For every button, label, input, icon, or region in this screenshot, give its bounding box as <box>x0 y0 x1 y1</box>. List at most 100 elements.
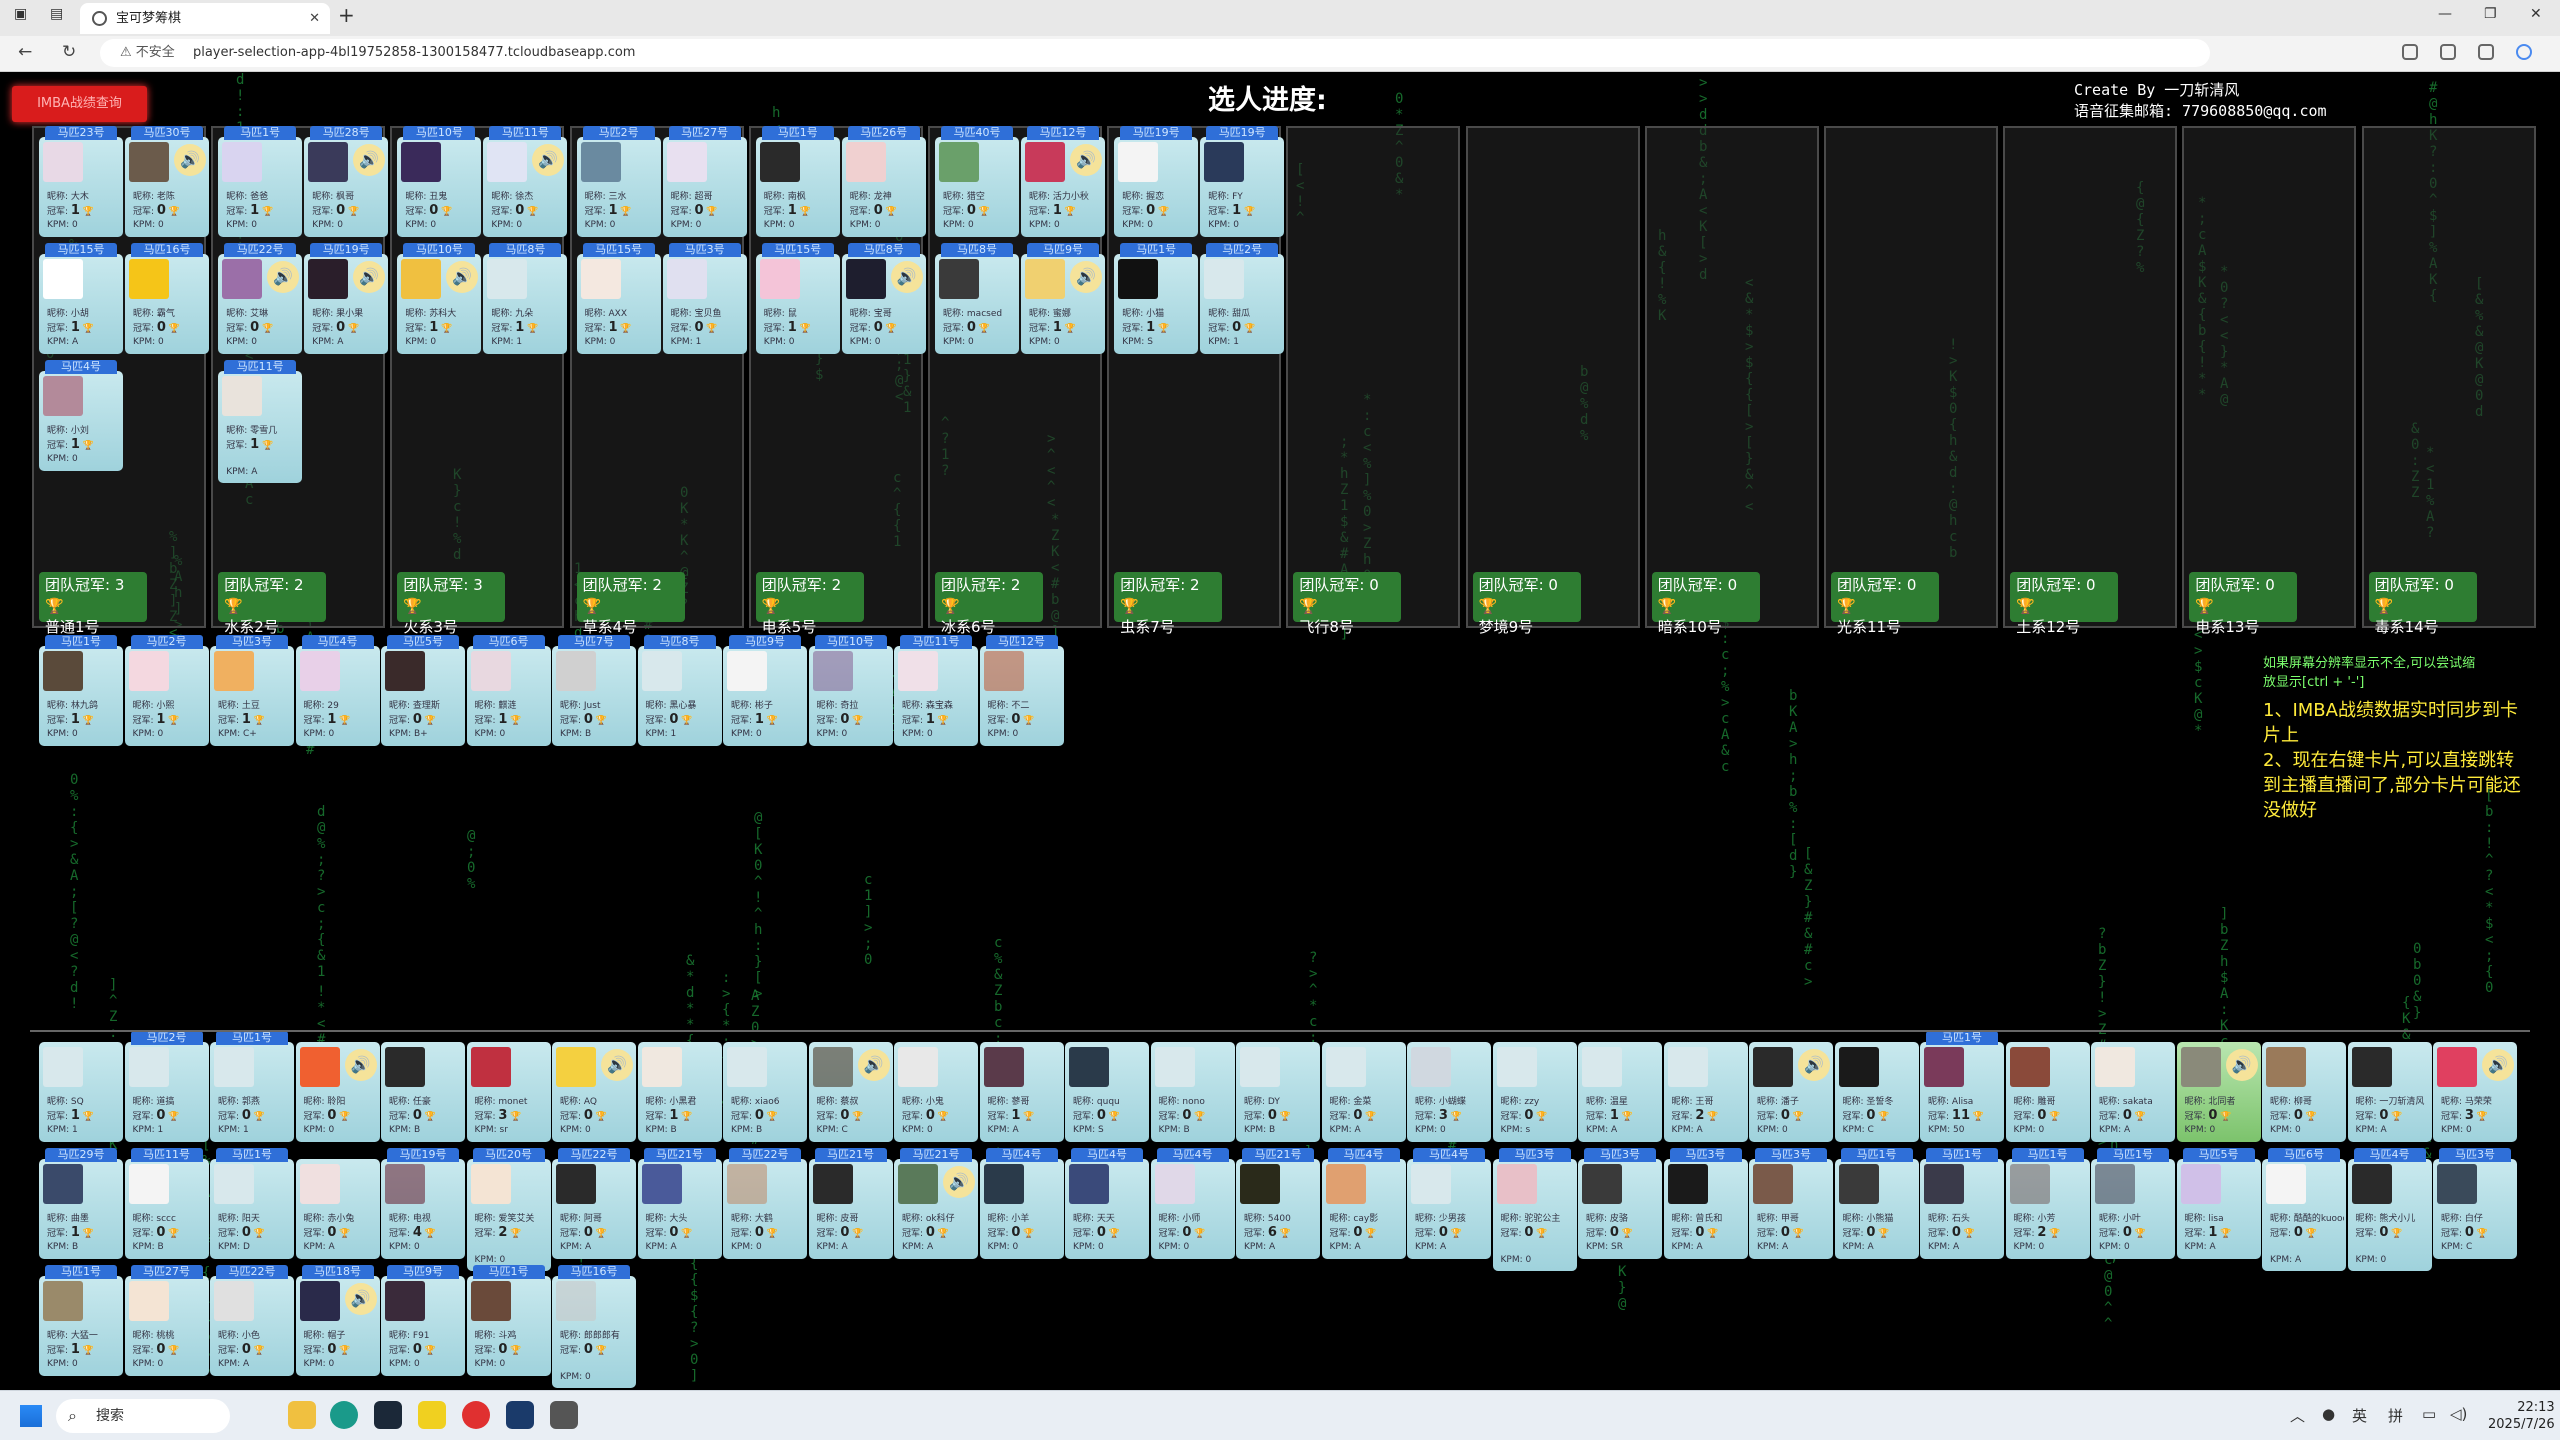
player-card[interactable]: 昵称: xiao6 冠军: 0 🏆 KPM: B <box>723 1042 807 1142</box>
player-card[interactable]: 马匹4号 昵称: 天天 冠军: 0 🏆 KPM: 0 <box>1065 1148 1149 1259</box>
player-card[interactable]: 昵称: 圣誓冬 冠军: 0 🏆 KPM: C <box>1834 1042 1919 1142</box>
extensions-icon[interactable] <box>2402 44 2418 60</box>
speaker-icon[interactable]: 🔊 <box>943 1166 975 1198</box>
player-card[interactable]: 马匹8号 昵称: 九朵 冠军: 1 🏆 KPM: 1 <box>483 243 568 354</box>
close-tab-icon[interactable]: ✕ <box>309 3 320 34</box>
player-card[interactable]: 昵称: 柳哥 冠军: 0 🏆 KPM: 0 <box>2262 1042 2346 1142</box>
player-card[interactable]: 昵称: 雕哥 冠军: 0 🏆 KPM: 0 <box>2005 1042 2090 1142</box>
player-card[interactable]: 昵称: 蓼哥 冠军: 1 🏆 KPM: A <box>979 1042 1064 1142</box>
player-card[interactable]: 马匹1号 昵称: 小叶 冠军: 0 🏆 KPM: 0 <box>2091 1148 2175 1259</box>
player-card[interactable]: 马匹10号 昵称: 丑鬼 冠军: 0 🏆 KPM: 0 <box>397 126 482 237</box>
reload-button[interactable]: ↻ <box>62 42 76 62</box>
player-card[interactable]: 🔊 昵称: 马荣荣 冠军: 3 🏆 KPM: 0 <box>2433 1042 2517 1142</box>
windows-start-icon[interactable] <box>20 1405 42 1427</box>
speaker-icon[interactable]: 🔊 <box>353 144 386 176</box>
player-card[interactable]: 昵称: monet 冠军: 3 🏆 KPM: sr <box>466 1042 551 1142</box>
tray-overflow-icon[interactable]: ︿ <box>2290 1405 2305 1426</box>
player-card[interactable]: 马匹5号 昵称: lisa 冠军: 1 🏆 KPM: A <box>2176 1148 2261 1259</box>
player-card[interactable]: 马匹1号 昵称: 林九鸽 冠军: 1 🏆 KPM: 0 <box>39 635 123 746</box>
player-card[interactable]: 马匹4号 昵称: 29 冠军: 1 🏆 KPM: 0 <box>295 635 380 746</box>
player-card[interactable]: 马匹1号 昵称: 爸爸 冠军: 1 🏆 KPM: 0 <box>218 126 303 237</box>
tab-actions-icon[interactable]: ▣ <box>14 6 27 22</box>
player-card[interactable]: 马匹27号 昵称: 超哥 冠军: 0 🏆 KPM: 0 <box>662 126 747 237</box>
browser-tab[interactable]: 宝可梦筹棋 ✕ <box>80 3 330 34</box>
player-card[interactable]: 马匹4号 昵称: 小师 冠军: 0 🏆 KPM: 0 <box>1150 1148 1235 1259</box>
player-card[interactable]: 马匹1号 昵称: 小熊猫 冠军: 0 🏆 KPM: A <box>1834 1148 1919 1259</box>
player-card[interactable]: 马匹6号 昵称: 酷酷的kuooo 冠军: 0 🏆 KPM: A <box>2262 1148 2346 1271</box>
player-card[interactable]: 马匹16号 昵称: 霸气 冠军: 0 🏆 KPM: 0 <box>125 243 209 354</box>
player-card[interactable]: 马匹1号 昵称: 大猛一 冠军: 1 🏆 KPM: 0 <box>39 1265 123 1376</box>
player-card[interactable]: 马匹4号 昵称: 小羊 冠军: 0 🏆 KPM: 0 <box>979 1148 1064 1259</box>
speaker-icon[interactable]: 🔊 <box>857 1049 890 1081</box>
network-icon[interactable]: ▭ <box>2422 1405 2436 1423</box>
player-card[interactable]: 马匹1号 昵称: 小芳 冠军: 2 🏆 KPM: 0 <box>2005 1148 2090 1259</box>
player-card[interactable]: 昵称: nono 冠军: 0 🏆 KPM: B <box>1150 1042 1235 1142</box>
player-card[interactable]: 马匹4号 昵称: cay影 冠军: 0 🏆 KPM: A <box>1321 1148 1406 1259</box>
player-card[interactable]: 马匹16号 昵称: 郎郎郎有 冠军: 0 🏆 KPM: 0 <box>552 1265 636 1388</box>
player-card[interactable]: 昵称: 金菜 冠军: 0 🏆 KPM: A <box>1321 1042 1406 1142</box>
player-card[interactable]: 马匹2号 昵称: 甜瓜 冠军: 0 🏆 KPM: 1 <box>1200 243 1285 354</box>
speaker-icon[interactable]: 🔊 <box>1070 261 1102 293</box>
player-card[interactable]: 马匹26号 昵称: 龙神 冠军: 0 🏆 KPM: 0 <box>841 126 926 237</box>
speaker-icon[interactable]: 🔊 <box>1070 144 1102 176</box>
player-card[interactable]: 马匹4号 昵称: 少男孩 冠军: 0 🏆 KPM: A <box>1407 1148 1491 1259</box>
player-card[interactable]: 昵称: 温星 冠军: 1 🏆 KPM: A <box>1578 1042 1662 1142</box>
player-card[interactable]: 昵称: 赤小兔 冠军: 0 🏆 KPM: A <box>295 1159 380 1259</box>
clock[interactable]: 22:13 2025/7/26 <box>2488 1399 2555 1433</box>
player-card[interactable]: 马匹11号 昵称: sccc 冠军: 0 🏆 KPM: B <box>124 1148 209 1259</box>
player-card[interactable]: 昵称: 小蝴蝶 冠军: 3 🏆 KPM: 0 <box>1407 1042 1491 1142</box>
player-card[interactable]: 马匹3号 昵称: 宝贝鱼 冠军: 0 🏆 KPM: 1 <box>662 243 747 354</box>
player-card[interactable]: 🔊 昵称: 蔡叔 冠军: 0 🏆 KPM: C <box>808 1042 893 1142</box>
player-card[interactable]: 马匹9号 昵称: F91 冠军: 0 🏆 KPM: 0 <box>381 1265 465 1376</box>
speaker-icon[interactable]: 🔊 <box>2482 1049 2514 1081</box>
player-card[interactable]: 马匹1号 昵称: 小猫 冠军: 1 🏆 KPM: S <box>1114 243 1199 354</box>
player-card[interactable]: 马匹1号 昵称: 斗鸡 冠军: 0 🏆 KPM: 0 <box>466 1265 551 1376</box>
player-card[interactable]: 马匹2号 昵称: 三水 冠军: 1 🏆 KPM: 0 <box>576 126 661 237</box>
speaker-icon[interactable]: 🔊 <box>267 261 300 293</box>
player-card[interactable]: 马匹11号 昵称: 森宝森 冠军: 1 🏆 KPM: 0 <box>894 635 978 746</box>
player-card[interactable]: 🔊 昵称: 北同者 冠军: 0 🏆 KPM: 0 <box>2176 1042 2261 1142</box>
player-card[interactable]: 马匹3号 昵称: 曾氏和 冠军: 0 🏆 KPM: A <box>1663 1148 1748 1259</box>
player-card[interactable]: 马匹10号 昵称: 奇拉 冠军: 0 🏆 KPM: 0 <box>808 635 893 746</box>
ime-mode[interactable]: 拼 <box>2388 1405 2403 1426</box>
player-card[interactable]: 马匹9号 🔊 昵称: 蜜娜 冠军: 1 🏆 KPM: 0 <box>1021 243 1105 354</box>
speaker-icon[interactable]: 🔊 <box>532 144 565 176</box>
player-card[interactable]: 马匹21号 昵称: 皮哥 冠军: 0 🏆 KPM: A <box>808 1148 893 1259</box>
player-card[interactable]: 马匹3号 昵称: 甲哥 冠军: 0 🏆 KPM: A <box>1749 1148 1833 1259</box>
player-card[interactable]: 马匹21号 昵称: 5400 冠军: 6 🏆 KPM: A <box>1236 1148 1320 1259</box>
imba-query-button[interactable]: IMBA战绩查询 <box>12 86 147 122</box>
security-warning[interactable]: ⚠ 不安全 <box>120 45 175 60</box>
speaker-icon[interactable]: 🔊 <box>1798 1049 1830 1081</box>
player-card[interactable]: 马匹11号 昵称: 零雪几 冠军: 1 🏆 KPM: A <box>218 360 303 483</box>
player-card[interactable]: 昵称: 王哥 冠军: 2 🏆 KPM: A <box>1663 1042 1748 1142</box>
player-card[interactable]: 马匹19号 昵称: FY 冠军: 1 🏆 KPM: 0 <box>1200 126 1285 237</box>
steam-icon[interactable] <box>374 1401 402 1429</box>
player-card[interactable]: 昵称: DY 冠军: 0 🏆 KPM: B <box>1236 1042 1320 1142</box>
favorites-icon[interactable] <box>2440 44 2456 60</box>
player-card[interactable]: 马匹22号 昵称: 大鹤 冠军: 0 🏆 KPM: 0 <box>723 1148 807 1259</box>
player-card[interactable]: 马匹5号 昵称: 查理斯 冠军: 0 🏆 KPM: B+ <box>381 635 465 746</box>
player-card[interactable]: 昵称: 小黑君 冠军: 1 🏆 KPM: B <box>637 1042 722 1142</box>
player-card[interactable]: 马匹40号 昵称: 猎空 冠军: 0 🏆 KPM: 0 <box>935 126 1019 237</box>
player-card[interactable]: 马匹8号 🔊 昵称: 宝哥 冠军: 0 🏆 KPM: 0 <box>841 243 926 354</box>
player-card[interactable]: 马匹23号 昵称: 大木 冠军: 1 🏆 KPM: 0 <box>39 126 123 237</box>
player-card[interactable]: 马匹28号 🔊 昵称: 枫哥 冠军: 0 🏆 KPM: 0 <box>304 126 389 237</box>
speaker-icon[interactable]: 🔊 <box>353 261 386 293</box>
speaker-icon[interactable]: 🔊 <box>344 1049 377 1081</box>
player-card[interactable]: 马匹22号 昵称: 阿哥 冠军: 0 🏆 KPM: A <box>552 1148 636 1259</box>
speaker-icon[interactable]: 🔊 <box>601 1049 633 1081</box>
player-card[interactable]: 马匹12号 🔊 昵称: 活力小秋 冠军: 1 🏆 KPM: 0 <box>1021 126 1105 237</box>
file-explorer-icon[interactable] <box>288 1401 316 1429</box>
player-card[interactable]: 马匹15号 昵称: AXX 冠军: 1 🏆 KPM: 0 <box>576 243 661 354</box>
player-card[interactable]: 🔊 昵称: AQ 冠军: 0 🏆 KPM: 0 <box>552 1042 636 1142</box>
taskbar-search[interactable]: ⌕ 搜索 <box>56 1399 230 1433</box>
collections-icon[interactable] <box>2478 44 2494 60</box>
address-bar[interactable]: ⚠ 不安全 player-selection-app-4bl19752858-1… <box>100 39 2210 67</box>
media-app-icon[interactable] <box>462 1401 490 1429</box>
player-card[interactable]: 马匹11号 🔊 昵称: 徐杰 冠军: 0 🏆 KPM: 0 <box>483 126 568 237</box>
close-window-button[interactable]: ✕ <box>2530 6 2542 22</box>
player-card[interactable]: 马匹8号 昵称: 黑心暴 冠军: 0 🏆 KPM: 1 <box>637 635 722 746</box>
player-card[interactable]: 马匹1号 昵称: 阳天 冠军: 0 🏆 KPM: D <box>210 1148 294 1259</box>
maximize-button[interactable]: ❐ <box>2484 6 2497 22</box>
player-card[interactable]: 马匹27号 昵称: 桃桃 冠军: 0 🏆 KPM: 0 <box>124 1265 209 1376</box>
